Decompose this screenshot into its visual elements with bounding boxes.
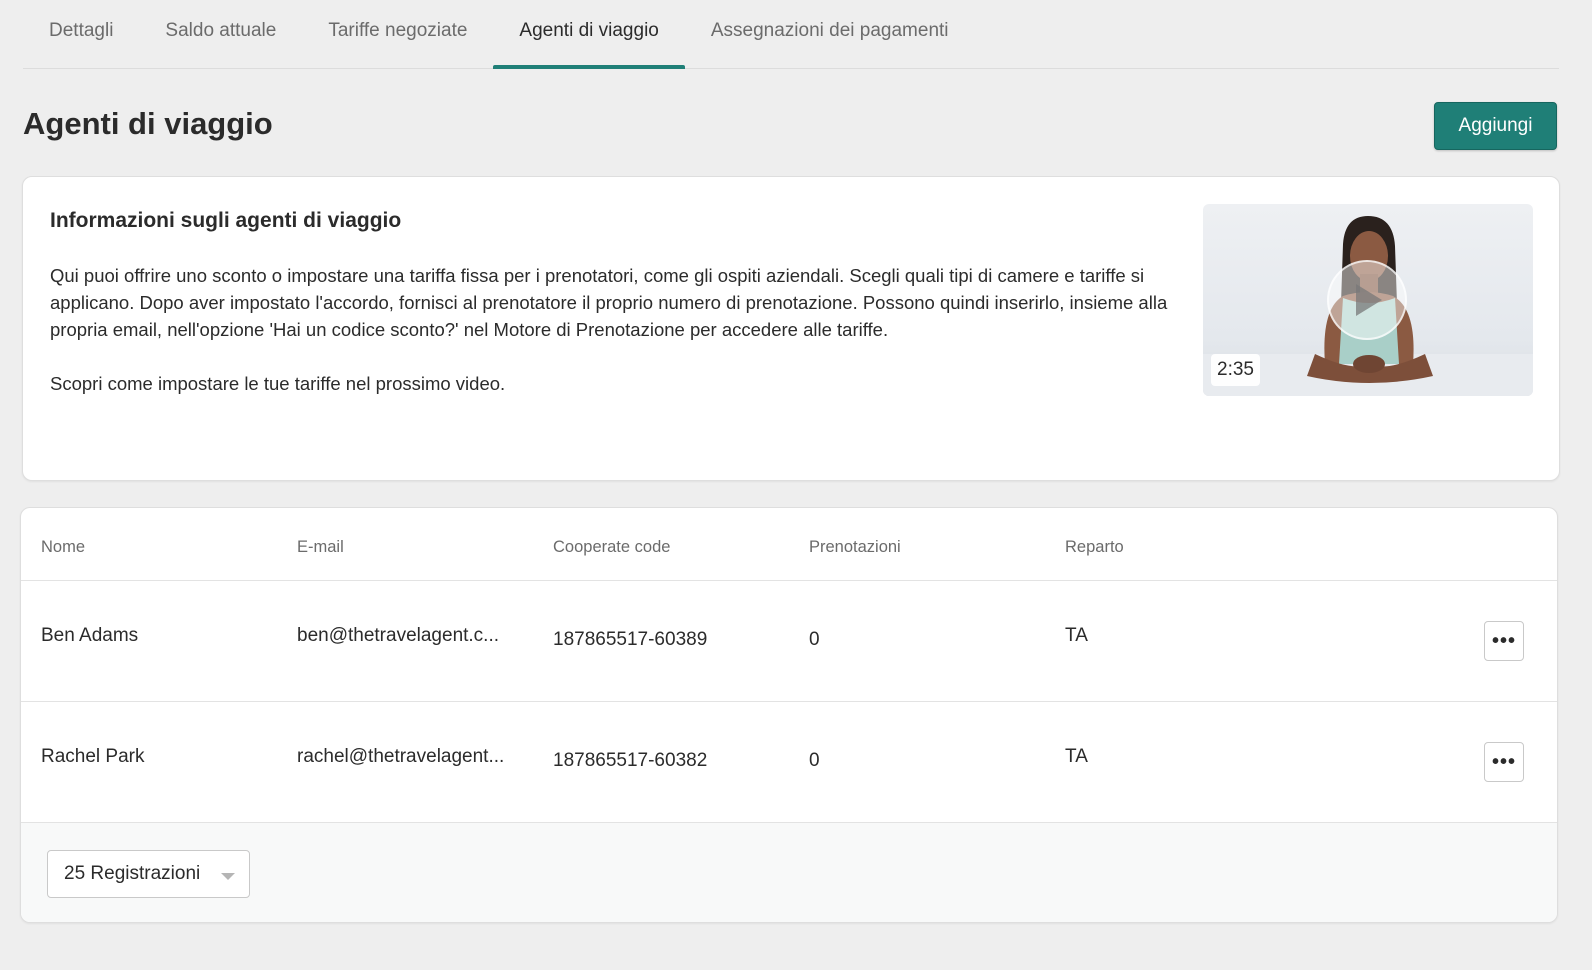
agent-email: rachel@thetravelagent... — [297, 746, 505, 767]
tab-assegnazioni-pagamenti[interactable]: Assegnazioni dei pagamenti — [685, 0, 975, 65]
tab-agenti-di-viaggio[interactable]: Agenti di viaggio — [493, 0, 686, 69]
more-actions-button[interactable]: ••• — [1484, 742, 1524, 782]
page-size-label: 25 Registrazioni — [64, 863, 201, 884]
tab-bar: Dettagli Saldo attuale Tariffe negoziate… — [23, 0, 1559, 69]
agent-bookings: 0 — [809, 750, 820, 771]
agent-bookings: 0 — [809, 629, 820, 650]
agent-cooperate-code: 187865517-60389 — [553, 629, 708, 650]
more-actions-button[interactable]: ••• — [1484, 621, 1524, 661]
table-row[interactable]: Ben Adams ben@thetravelagent.c... 187865… — [21, 581, 1557, 702]
info-text: Qui puoi offrire uno sconto o impostare … — [50, 262, 1170, 397]
chevron-down-icon — [221, 873, 235, 880]
agents-table: Nome E-mail Cooperate code Prenotazioni … — [20, 507, 1558, 923]
page-size-select[interactable]: 25 Registrazioni — [47, 850, 250, 898]
video-thumbnail[interactable]: 2:35 — [1203, 204, 1533, 396]
agent-department: TA — [1065, 625, 1088, 646]
tab-tariffe-negoziate[interactable]: Tariffe negoziate — [302, 0, 493, 65]
column-header-prenotazioni: Prenotazioni — [809, 538, 901, 556]
table-footer: 25 Registrazioni — [21, 823, 1557, 922]
column-header-email: E-mail — [297, 538, 344, 556]
add-button[interactable]: Aggiungi — [1434, 102, 1557, 150]
tab-saldo-attuale[interactable]: Saldo attuale — [139, 0, 302, 65]
tab-dettagli[interactable]: Dettagli — [23, 0, 139, 65]
page-title: Agenti di viaggio — [23, 106, 273, 141]
info-paragraph: Scopri come impostare le tue tariffe nel… — [50, 373, 506, 394]
table-row[interactable]: Rachel Park rachel@thetravelagent... 187… — [21, 702, 1557, 823]
column-header-cooperate-code: Cooperate code — [553, 538, 671, 556]
info-paragraph: Qui puoi offrire uno sconto o impostare … — [50, 265, 1168, 340]
info-card: Informazioni sugli agenti di viaggio Qui… — [22, 176, 1560, 481]
info-title: Informazioni sugli agenti di viaggio — [50, 209, 402, 232]
column-header-nome: Nome — [41, 538, 86, 556]
agent-cooperate-code: 187865517-60382 — [553, 750, 708, 771]
play-icon[interactable] — [1327, 260, 1407, 340]
agent-name: Rachel Park — [41, 746, 145, 767]
table-header: Nome E-mail Cooperate code Prenotazioni … — [21, 508, 1557, 581]
agent-name: Ben Adams — [41, 625, 139, 646]
video-duration: 2:35 — [1211, 354, 1260, 386]
column-header-reparto: Reparto — [1065, 538, 1124, 556]
agent-email: ben@thetravelagent.c... — [297, 625, 500, 646]
agent-department: TA — [1065, 746, 1088, 767]
